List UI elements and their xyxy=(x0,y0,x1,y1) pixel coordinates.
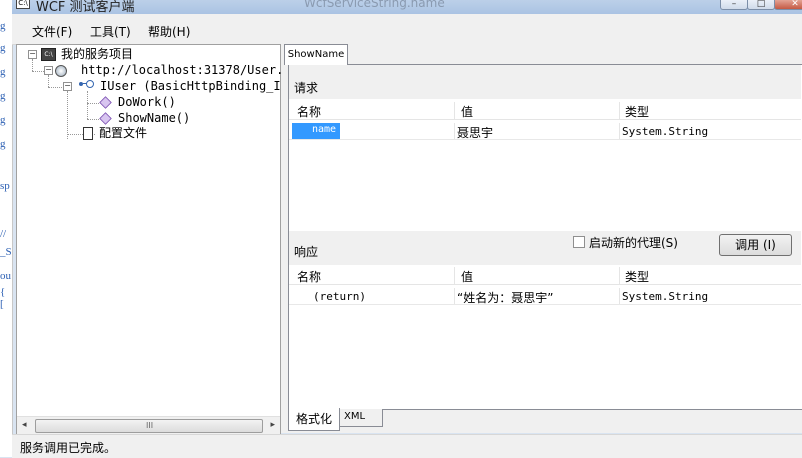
globe-icon xyxy=(55,65,67,77)
operation-icon xyxy=(99,112,112,125)
request-grid-header: 名称 值 类型 xyxy=(289,102,801,120)
menu-tools[interactable]: 工具(T) xyxy=(90,23,131,40)
scroll-grip-icon: III xyxy=(146,421,154,430)
col-header-value: 值 xyxy=(461,270,474,284)
tree-config-file[interactable]: 配置文件 xyxy=(99,125,147,141)
response-return-value: “姓名为：聂思宇” xyxy=(457,291,554,305)
collapse-toggle[interactable]: − xyxy=(28,50,37,59)
interface-icon xyxy=(79,79,94,89)
bg-char: sp xyxy=(0,180,10,192)
new-proxy-label[interactable]: 启动新的代理(S) xyxy=(589,234,678,251)
response-header-band: 响应 启动新的代理(S) 调用 (I) xyxy=(289,231,801,265)
tab-page: 请求 名称 值 类型 name 聂思宇 System.String 响应 启动新… xyxy=(288,64,802,410)
request-param-type: System.String xyxy=(622,125,709,138)
scroll-thumb[interactable]: III xyxy=(35,419,263,433)
tab-formatted[interactable]: 格式化 xyxy=(288,408,340,431)
col-header-name: 名称 xyxy=(297,105,322,119)
config-file-icon xyxy=(83,127,93,140)
request-param-value[interactable]: 聂思宇 xyxy=(457,124,493,141)
menu-bar: 文件(F) 工具(T) 帮助(H) xyxy=(12,14,802,45)
col-header-type: 类型 xyxy=(625,270,650,284)
request-header-band: 请求 xyxy=(289,65,801,99)
tree-connector xyxy=(87,91,88,119)
col-header-value: 值 xyxy=(461,105,474,119)
request-label: 请求 xyxy=(294,81,319,95)
status-bar: 服务调用已完成。 xyxy=(12,434,802,458)
tree-root-label[interactable]: 我的服务项目 xyxy=(61,46,133,62)
selected-name-cell[interactable]: name xyxy=(292,123,340,139)
collapse-toggle[interactable]: − xyxy=(63,82,72,91)
bg-char: g xyxy=(0,114,6,126)
scroll-left-icon[interactable]: ◂ xyxy=(22,420,27,430)
bg-char: ou xyxy=(0,270,11,282)
maximize-button[interactable]: □ xyxy=(747,0,775,10)
tab-xml[interactable]: XML xyxy=(339,409,383,427)
window-title: WCF 测试客户端 xyxy=(36,0,135,14)
response-label: 响应 xyxy=(294,245,319,259)
tree-horizontal-scrollbar[interactable]: ◂ III ▸ xyxy=(17,416,280,434)
new-proxy-checkbox[interactable] xyxy=(573,236,585,248)
endpoint-label[interactable]: http://localhost:31378/User.svc xyxy=(81,62,305,78)
response-return-name: (return) xyxy=(313,290,366,303)
minimize-button[interactable]: – xyxy=(720,0,748,10)
app-icon: C:\ xyxy=(16,0,30,9)
menu-file[interactable]: 文件(F) xyxy=(32,23,72,40)
menu-help[interactable]: 帮助(H) xyxy=(148,23,190,40)
tree-connector xyxy=(87,103,99,104)
bg-char: g xyxy=(0,138,6,150)
tree-connector xyxy=(32,59,33,71)
background-window-title: WcfServiceString.name xyxy=(304,0,445,10)
response-row[interactable]: (return) “姓名为：聂思宇” System.String xyxy=(289,288,801,305)
bg-char: [ xyxy=(0,298,4,310)
response-section: 响应 启动新的代理(S) 调用 (I) 名称 值 类型 (return) “姓名… xyxy=(289,231,801,409)
request-section: 请求 名称 值 类型 name 聂思宇 System.String xyxy=(289,65,801,231)
col-header-type: 类型 xyxy=(625,105,650,119)
tree-connector xyxy=(87,119,99,120)
response-grid-header: 名称 值 类型 xyxy=(289,267,801,285)
response-return-type: System.String xyxy=(622,290,709,303)
request-param-name: name xyxy=(312,124,337,135)
bg-char: g xyxy=(0,42,6,54)
background-editor-strip: g g g g g g sp // _S ou { [ xyxy=(0,0,13,457)
collapse-toggle[interactable]: − xyxy=(44,66,53,75)
bg-char: _S xyxy=(0,246,12,258)
tree-connector xyxy=(48,75,49,87)
tree-connector xyxy=(48,87,62,88)
close-button[interactable]: ✕ xyxy=(774,0,802,10)
operation-icon xyxy=(99,96,112,109)
bg-char: g xyxy=(0,66,6,78)
tab-showname[interactable]: ShowName xyxy=(284,44,348,65)
invoke-button[interactable]: 调用 (I) xyxy=(719,234,792,256)
bg-char: g xyxy=(0,20,6,32)
scroll-right-icon[interactable]: ▸ xyxy=(270,420,275,430)
bg-char: // xyxy=(0,228,7,240)
tree-operation-showName[interactable]: ShowName() xyxy=(118,110,190,126)
request-row[interactable]: name 聂思宇 System.String xyxy=(289,123,801,140)
bg-char: { xyxy=(0,286,6,298)
col-header-name: 名称 xyxy=(297,270,322,284)
status-text: 服务调用已完成。 xyxy=(20,441,117,455)
tree-operation-doWork[interactable]: DoWork() xyxy=(118,94,176,110)
tree-connector xyxy=(67,91,68,139)
project-icon: C:\ xyxy=(41,48,56,61)
title-bar[interactable]: C:\ WCF 测试客户端 WcfServiceString.name – □ … xyxy=(12,0,802,14)
service-tree[interactable]: − C:\ 我的服务项目 − http://localhost:31378/Us… xyxy=(16,44,317,435)
bg-char: g xyxy=(0,90,6,102)
